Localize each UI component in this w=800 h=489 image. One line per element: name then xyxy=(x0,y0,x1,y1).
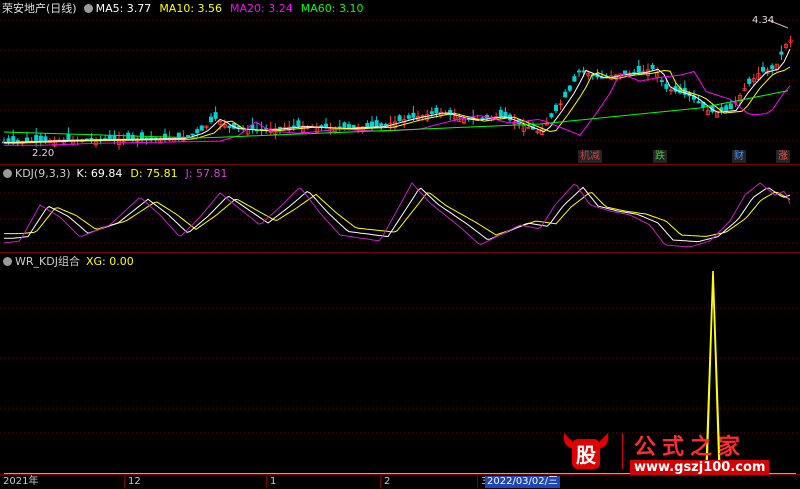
axis-label-jan: 1 xyxy=(266,476,276,488)
event-tag-3[interactable]: 财 xyxy=(732,150,746,163)
stock-title[interactable]: 荣安地产(日线) xyxy=(2,0,77,16)
candle-body xyxy=(107,135,112,140)
ma5-value: MA5: 3.77 xyxy=(95,1,152,15)
candle-body xyxy=(296,120,301,127)
wr-xg-value: XG: 0.00 xyxy=(85,254,134,268)
watermark-url: www.gszj100.com xyxy=(630,460,770,475)
settings-circle-icon[interactable] xyxy=(83,3,93,13)
settings-circle-icon[interactable] xyxy=(3,256,12,266)
event-tag-4[interactable]: 涨 xyxy=(776,150,790,163)
candle-body xyxy=(365,122,370,128)
watermark-title: 公式之家 xyxy=(634,435,747,460)
axis-label-year: 2021年 xyxy=(3,476,39,487)
high-price-label: 4.34 xyxy=(752,15,775,26)
price-chart[interactable] xyxy=(0,0,800,164)
candle-body xyxy=(323,123,328,128)
candle-body xyxy=(549,113,554,118)
price-legend: 荣安地产(日线) MA5: 3.77 MA10: 3.56 MA20: 3.24… xyxy=(0,0,371,16)
candle-body xyxy=(397,115,402,122)
candle-body xyxy=(66,134,71,141)
candle-body xyxy=(581,70,586,73)
bull-logo-icon: 股 xyxy=(563,433,609,469)
candle-body xyxy=(779,51,784,55)
settings-circle-icon[interactable] xyxy=(3,168,12,178)
cursor-date-label: 2022/03/02/三 xyxy=(485,476,561,488)
kdj-legend: KDJ(9,3,3) K: 69.84 D: 75.81 J: 57.81 xyxy=(0,165,236,181)
ma5-line xyxy=(4,48,791,143)
price-panel[interactable]: 荣安地产(日线) MA5: 3.77 MA10: 3.56 MA20: 3.24… xyxy=(0,0,800,164)
candle-body xyxy=(89,138,94,140)
candle-body xyxy=(15,140,20,142)
candle-body xyxy=(761,66,766,72)
candle-body xyxy=(724,105,729,111)
ma20-line xyxy=(4,70,791,146)
ma10-line xyxy=(4,66,791,144)
candle-body xyxy=(43,136,48,141)
kdj-d-value: D: 75.81 xyxy=(130,166,178,180)
candle-body xyxy=(190,133,195,136)
candle-body xyxy=(623,70,628,74)
candle-body xyxy=(162,133,167,139)
kdj-panel[interactable]: KDJ(9,3,3) K: 69.84 D: 75.81 J: 57.81 xyxy=(0,164,800,253)
wr-legend: WR_KDJ组合 XG: 0.00 xyxy=(0,253,142,269)
low-price-label: 2.20 xyxy=(32,148,55,159)
candle-body xyxy=(374,120,379,127)
candle-body xyxy=(650,64,655,70)
candle-body xyxy=(351,124,356,128)
candle-body xyxy=(291,125,296,128)
candle-body xyxy=(498,109,503,117)
watermark-divider xyxy=(622,433,623,469)
axis-label-feb: 2 xyxy=(380,476,390,488)
candle-body xyxy=(664,84,669,89)
candle-body xyxy=(112,135,117,140)
candle-body xyxy=(636,65,641,73)
event-tag-2[interactable]: 跌 xyxy=(653,150,667,163)
candle-body xyxy=(383,123,388,126)
candle-body xyxy=(406,115,411,119)
candle-body xyxy=(567,85,572,91)
candle-body xyxy=(11,136,16,143)
ma10-value: MA10: 3.56 xyxy=(159,1,223,15)
candle-body xyxy=(277,126,282,129)
watermark: 股 公式之家 www.gszj100.com xyxy=(560,427,800,477)
axis-label-dec: 12 xyxy=(124,476,141,488)
candle-body xyxy=(346,124,351,128)
candle-body xyxy=(728,103,733,110)
candle-body xyxy=(38,135,43,142)
kdj-k-value: K: 69.84 xyxy=(76,166,123,180)
kdj-title[interactable]: KDJ(9,3,3) xyxy=(15,167,71,180)
ma20-value: MA20: 3.24 xyxy=(230,1,293,15)
candle-body xyxy=(770,65,775,70)
kdj-j-value: J: 57.81 xyxy=(185,166,228,180)
candle-body xyxy=(185,135,190,137)
candle-body xyxy=(227,125,232,128)
candle-body xyxy=(563,91,568,98)
candle-body xyxy=(213,112,218,119)
ma60-value: MA60: 3.10 xyxy=(300,1,364,15)
candle-body xyxy=(572,76,577,82)
candle-body xyxy=(577,70,582,73)
event-tag-1[interactable]: 机减 xyxy=(578,150,602,163)
candle-body xyxy=(24,137,29,142)
candle-body xyxy=(34,135,39,142)
logo-glyph: 股 xyxy=(576,443,596,467)
wr-title[interactable]: WR_KDJ组合 xyxy=(15,253,80,269)
candle-body xyxy=(659,80,664,82)
candle-body xyxy=(208,116,213,123)
candle-body xyxy=(195,129,200,134)
candle-body xyxy=(6,138,11,143)
candle-body xyxy=(429,111,434,115)
candle-body xyxy=(139,132,144,140)
candle-body xyxy=(199,125,204,131)
candle-body xyxy=(379,123,384,127)
candle-body xyxy=(480,117,485,120)
candle-body xyxy=(747,78,752,84)
candle-body xyxy=(411,112,416,118)
candle-body xyxy=(342,122,347,129)
candle-body xyxy=(554,104,559,111)
candle-body xyxy=(434,107,439,114)
candle-body xyxy=(369,121,374,127)
candle-body xyxy=(696,101,701,104)
